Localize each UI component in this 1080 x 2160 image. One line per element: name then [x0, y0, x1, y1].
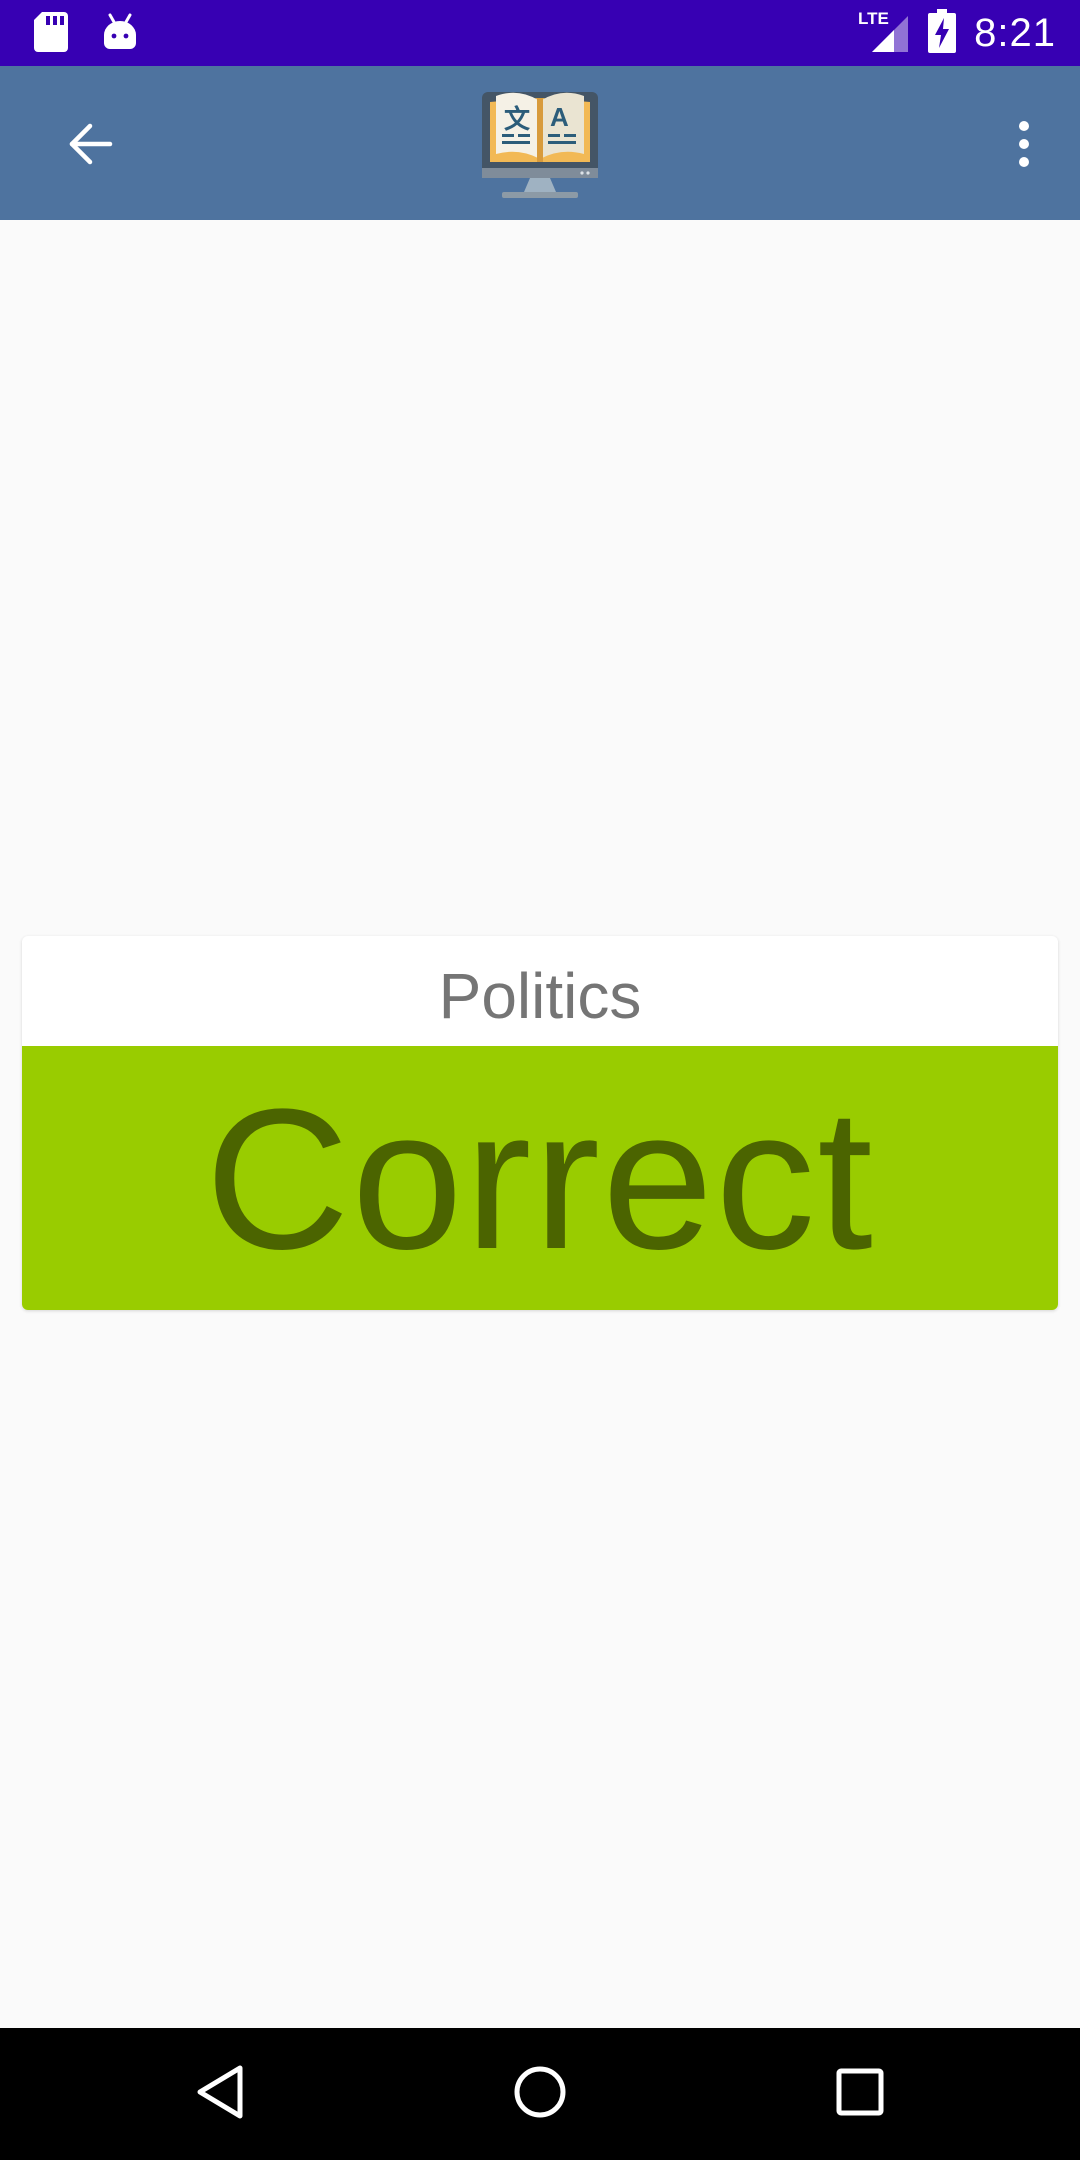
svg-text:文: 文 — [504, 104, 531, 135]
nav-back-icon — [192, 2062, 248, 2127]
navigation-bar — [0, 2028, 1080, 2160]
result-card: Politics Correct — [22, 936, 1058, 1310]
overflow-menu-button[interactable] — [992, 106, 1056, 186]
result-text: Correct — [205, 1068, 875, 1291]
nav-recents-button[interactable] — [820, 2054, 900, 2134]
category-title: Politics — [438, 960, 642, 1032]
nav-home-button[interactable] — [500, 2054, 580, 2134]
sd-card-icon — [34, 12, 68, 57]
nav-home-icon — [510, 2062, 570, 2127]
status-system: LTE 8:21 — [858, 0, 1056, 66]
more-vert-icon — [1016, 120, 1032, 173]
result-banner: Correct — [22, 1046, 1058, 1310]
android-icon — [102, 13, 138, 56]
arrow-back-icon — [66, 120, 114, 173]
back-button[interactable] — [46, 108, 134, 184]
svg-text:A: A — [550, 102, 569, 132]
app-bar: 文 A — [0, 66, 1080, 220]
battery-charging-icon — [928, 8, 957, 58]
status-time: 8:21 — [974, 10, 1056, 55]
status-notifications — [34, 12, 138, 57]
nav-recents-icon — [832, 2064, 888, 2125]
app-logo: 文 A — [480, 82, 600, 206]
svg-text:LTE: LTE — [858, 9, 889, 28]
dictionary-computer-logo: 文 A — [480, 92, 600, 210]
lte-signal-icon: LTE — [858, 8, 910, 59]
nav-back-button[interactable] — [180, 2054, 260, 2134]
status-bar: LTE 8:21 — [0, 0, 1080, 66]
